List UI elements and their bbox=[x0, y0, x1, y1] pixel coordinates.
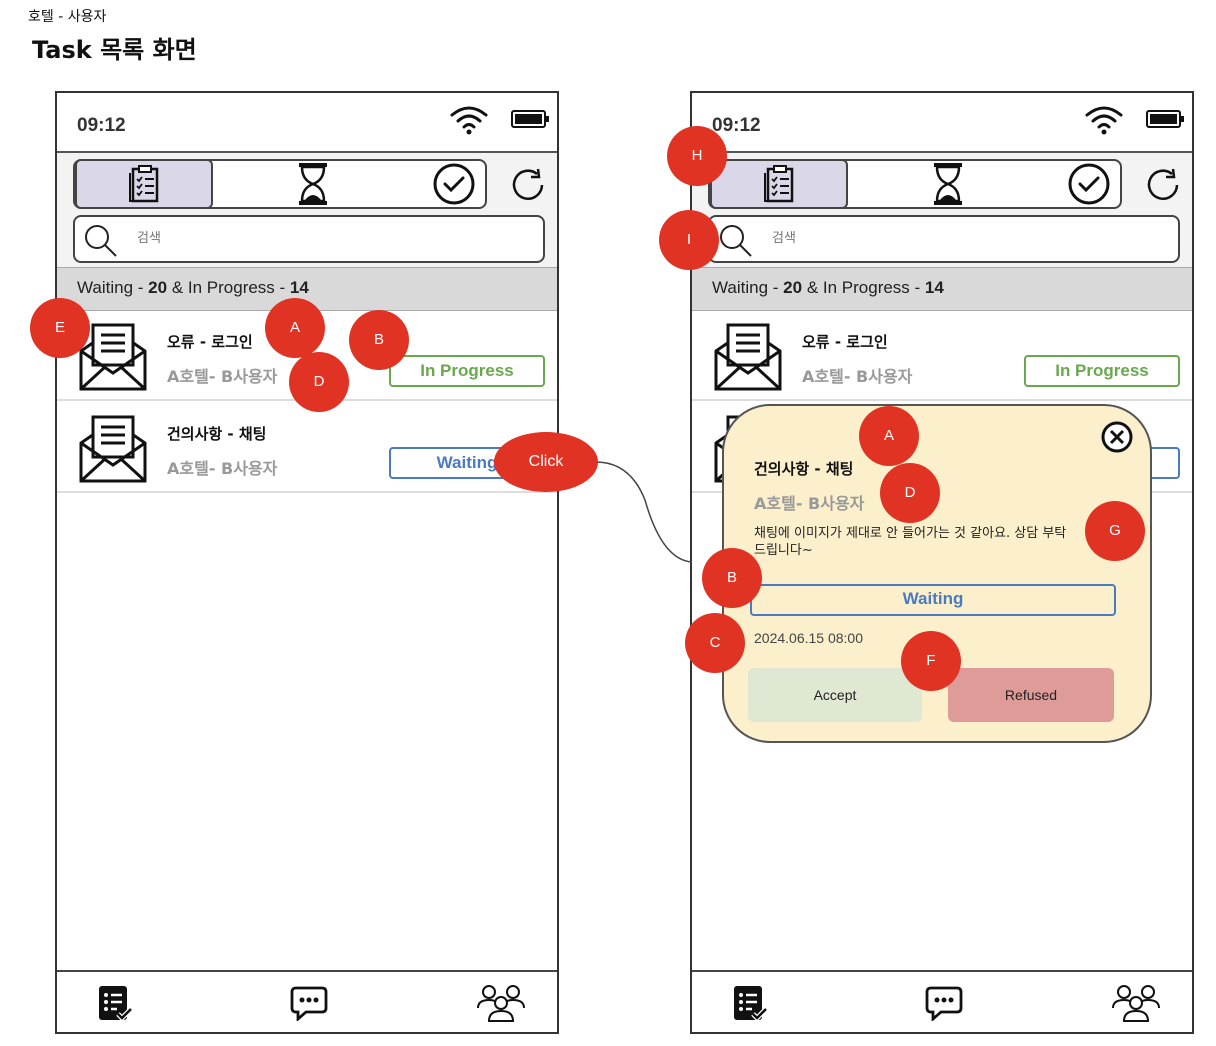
annotation-marker-g: G bbox=[1085, 501, 1145, 561]
wifi-icon bbox=[450, 106, 488, 135]
task-row[interactable]: 오류 - 로그인 A호텔- B사용자 In Progress bbox=[692, 311, 1192, 401]
search-input[interactable] bbox=[772, 231, 1152, 246]
clipboard-list-icon bbox=[764, 165, 794, 203]
toolbar bbox=[57, 151, 557, 267]
bottom-nav bbox=[692, 970, 1192, 1032]
waiting-count: 20 bbox=[148, 278, 168, 297]
search-box[interactable] bbox=[708, 215, 1180, 263]
search-icon bbox=[720, 225, 752, 257]
status-bar: 09:12 bbox=[57, 93, 557, 151]
status-filter-tabs bbox=[708, 159, 1122, 209]
chat-bubble-icon bbox=[925, 986, 963, 1021]
annotation-marker-f: F bbox=[901, 631, 961, 691]
status-badge: In Progress bbox=[1024, 355, 1180, 387]
chat-bubble-icon bbox=[290, 986, 328, 1021]
close-icon[interactable] bbox=[1100, 420, 1134, 454]
popup-status-badge: Waiting bbox=[750, 584, 1116, 616]
tab-all-tasks[interactable] bbox=[710, 159, 848, 209]
task-title: 오류 - 로그인 bbox=[167, 333, 253, 351]
count-connector: & In Progress - bbox=[802, 278, 925, 297]
in-progress-count: 14 bbox=[289, 278, 309, 297]
clipboard-list-icon bbox=[129, 165, 159, 203]
annotation-marker-a: A bbox=[859, 406, 919, 466]
annotation-marker-b: B bbox=[349, 310, 409, 370]
nav-chat[interactable] bbox=[920, 980, 968, 1026]
popup-requester: A호텔- B사용자 bbox=[754, 494, 865, 513]
tab-all-tasks[interactable] bbox=[75, 159, 213, 209]
tab-completed[interactable] bbox=[385, 161, 523, 207]
users-group-icon bbox=[1112, 985, 1160, 1022]
annotation-marker-i: I bbox=[659, 210, 719, 270]
task-title: 건의사항 - 채팅 bbox=[167, 425, 267, 443]
nav-users[interactable] bbox=[1112, 980, 1160, 1026]
battery-icon bbox=[1146, 110, 1184, 128]
task-list-icon bbox=[734, 986, 768, 1022]
popup-date: 2024.06.15 08:00 bbox=[754, 630, 863, 646]
nav-tasks[interactable] bbox=[726, 980, 774, 1026]
status-time: 09:12 bbox=[712, 115, 761, 136]
waiting-count: 20 bbox=[783, 278, 803, 297]
tab-waiting[interactable] bbox=[244, 161, 382, 207]
wifi-icon bbox=[1085, 106, 1123, 135]
toolbar bbox=[692, 151, 1192, 267]
refresh-icon[interactable] bbox=[509, 167, 549, 203]
annotation-marker-b: B bbox=[702, 548, 762, 608]
status-badge: In Progress bbox=[389, 355, 545, 387]
in-progress-count: 14 bbox=[924, 278, 944, 297]
search-box[interactable] bbox=[73, 215, 545, 263]
task-row[interactable]: 건의사항 - 채팅 A호텔- B사용자 Waiting bbox=[57, 403, 557, 493]
annotation-marker-c: C bbox=[685, 613, 745, 673]
count-connector: & In Progress - bbox=[167, 278, 290, 297]
bottom-nav bbox=[57, 970, 557, 1032]
check-circle-icon bbox=[1068, 163, 1110, 205]
envelope-letter-icon bbox=[79, 415, 147, 483]
search-input[interactable] bbox=[137, 231, 517, 246]
envelope-letter-icon bbox=[714, 323, 782, 391]
status-bar: 09:12 bbox=[692, 93, 1192, 151]
nav-chat[interactable] bbox=[285, 980, 333, 1026]
nav-users[interactable] bbox=[477, 980, 525, 1026]
task-requester: A호텔- B사용자 bbox=[167, 459, 278, 478]
task-list-icon bbox=[99, 986, 133, 1022]
task-title: 오류 - 로그인 bbox=[802, 333, 888, 351]
search-icon bbox=[85, 225, 117, 257]
waiting-label: Waiting - bbox=[77, 278, 149, 297]
battery-icon bbox=[511, 110, 549, 128]
annotation-marker-a: A bbox=[265, 298, 325, 358]
page-title: Task 목록 화면 bbox=[32, 36, 197, 64]
task-detail-popup: 건의사항 - 채팅 A호텔- B사용자 채팅에 이미지가 제대로 안 들어가는 … bbox=[722, 404, 1152, 743]
status-time: 09:12 bbox=[77, 115, 126, 136]
refuse-button[interactable]: Refused bbox=[948, 668, 1114, 722]
annotation-marker-d: D bbox=[289, 352, 349, 412]
hourglass-icon bbox=[934, 163, 962, 205]
refresh-icon[interactable] bbox=[1144, 167, 1184, 203]
users-group-icon bbox=[477, 985, 525, 1022]
annotation-click: Click bbox=[494, 432, 598, 492]
tab-completed[interactable] bbox=[1020, 161, 1158, 207]
popup-title: 건의사항 - 채팅 bbox=[754, 460, 854, 478]
task-count-bar: Waiting - 20 & In Progress - 14 bbox=[692, 267, 1192, 311]
task-requester: A호텔- B사용자 bbox=[167, 367, 278, 386]
page-subtitle: 호텔 - 사용자 bbox=[28, 9, 107, 25]
waiting-label: Waiting - bbox=[712, 278, 784, 297]
annotation-marker-d: D bbox=[880, 463, 940, 523]
tab-waiting[interactable] bbox=[879, 161, 1017, 207]
annotation-marker-h: H bbox=[667, 126, 727, 186]
popup-message: 채팅에 이미지가 제대로 안 들어가는 것 같아요. 상담 부탁드립니다~ bbox=[754, 526, 1067, 558]
annotation-marker-e: E bbox=[30, 298, 90, 358]
nav-tasks[interactable] bbox=[91, 980, 139, 1026]
phone-screen-list: 09:12 검색 Waiting - 20 & In Progress - 14… bbox=[55, 91, 559, 1034]
task-requester: A호텔- B사용자 bbox=[802, 367, 913, 386]
status-filter-tabs bbox=[73, 159, 487, 209]
hourglass-icon bbox=[299, 163, 327, 205]
accept-button[interactable]: Accept bbox=[748, 668, 922, 722]
check-circle-icon bbox=[433, 163, 475, 205]
